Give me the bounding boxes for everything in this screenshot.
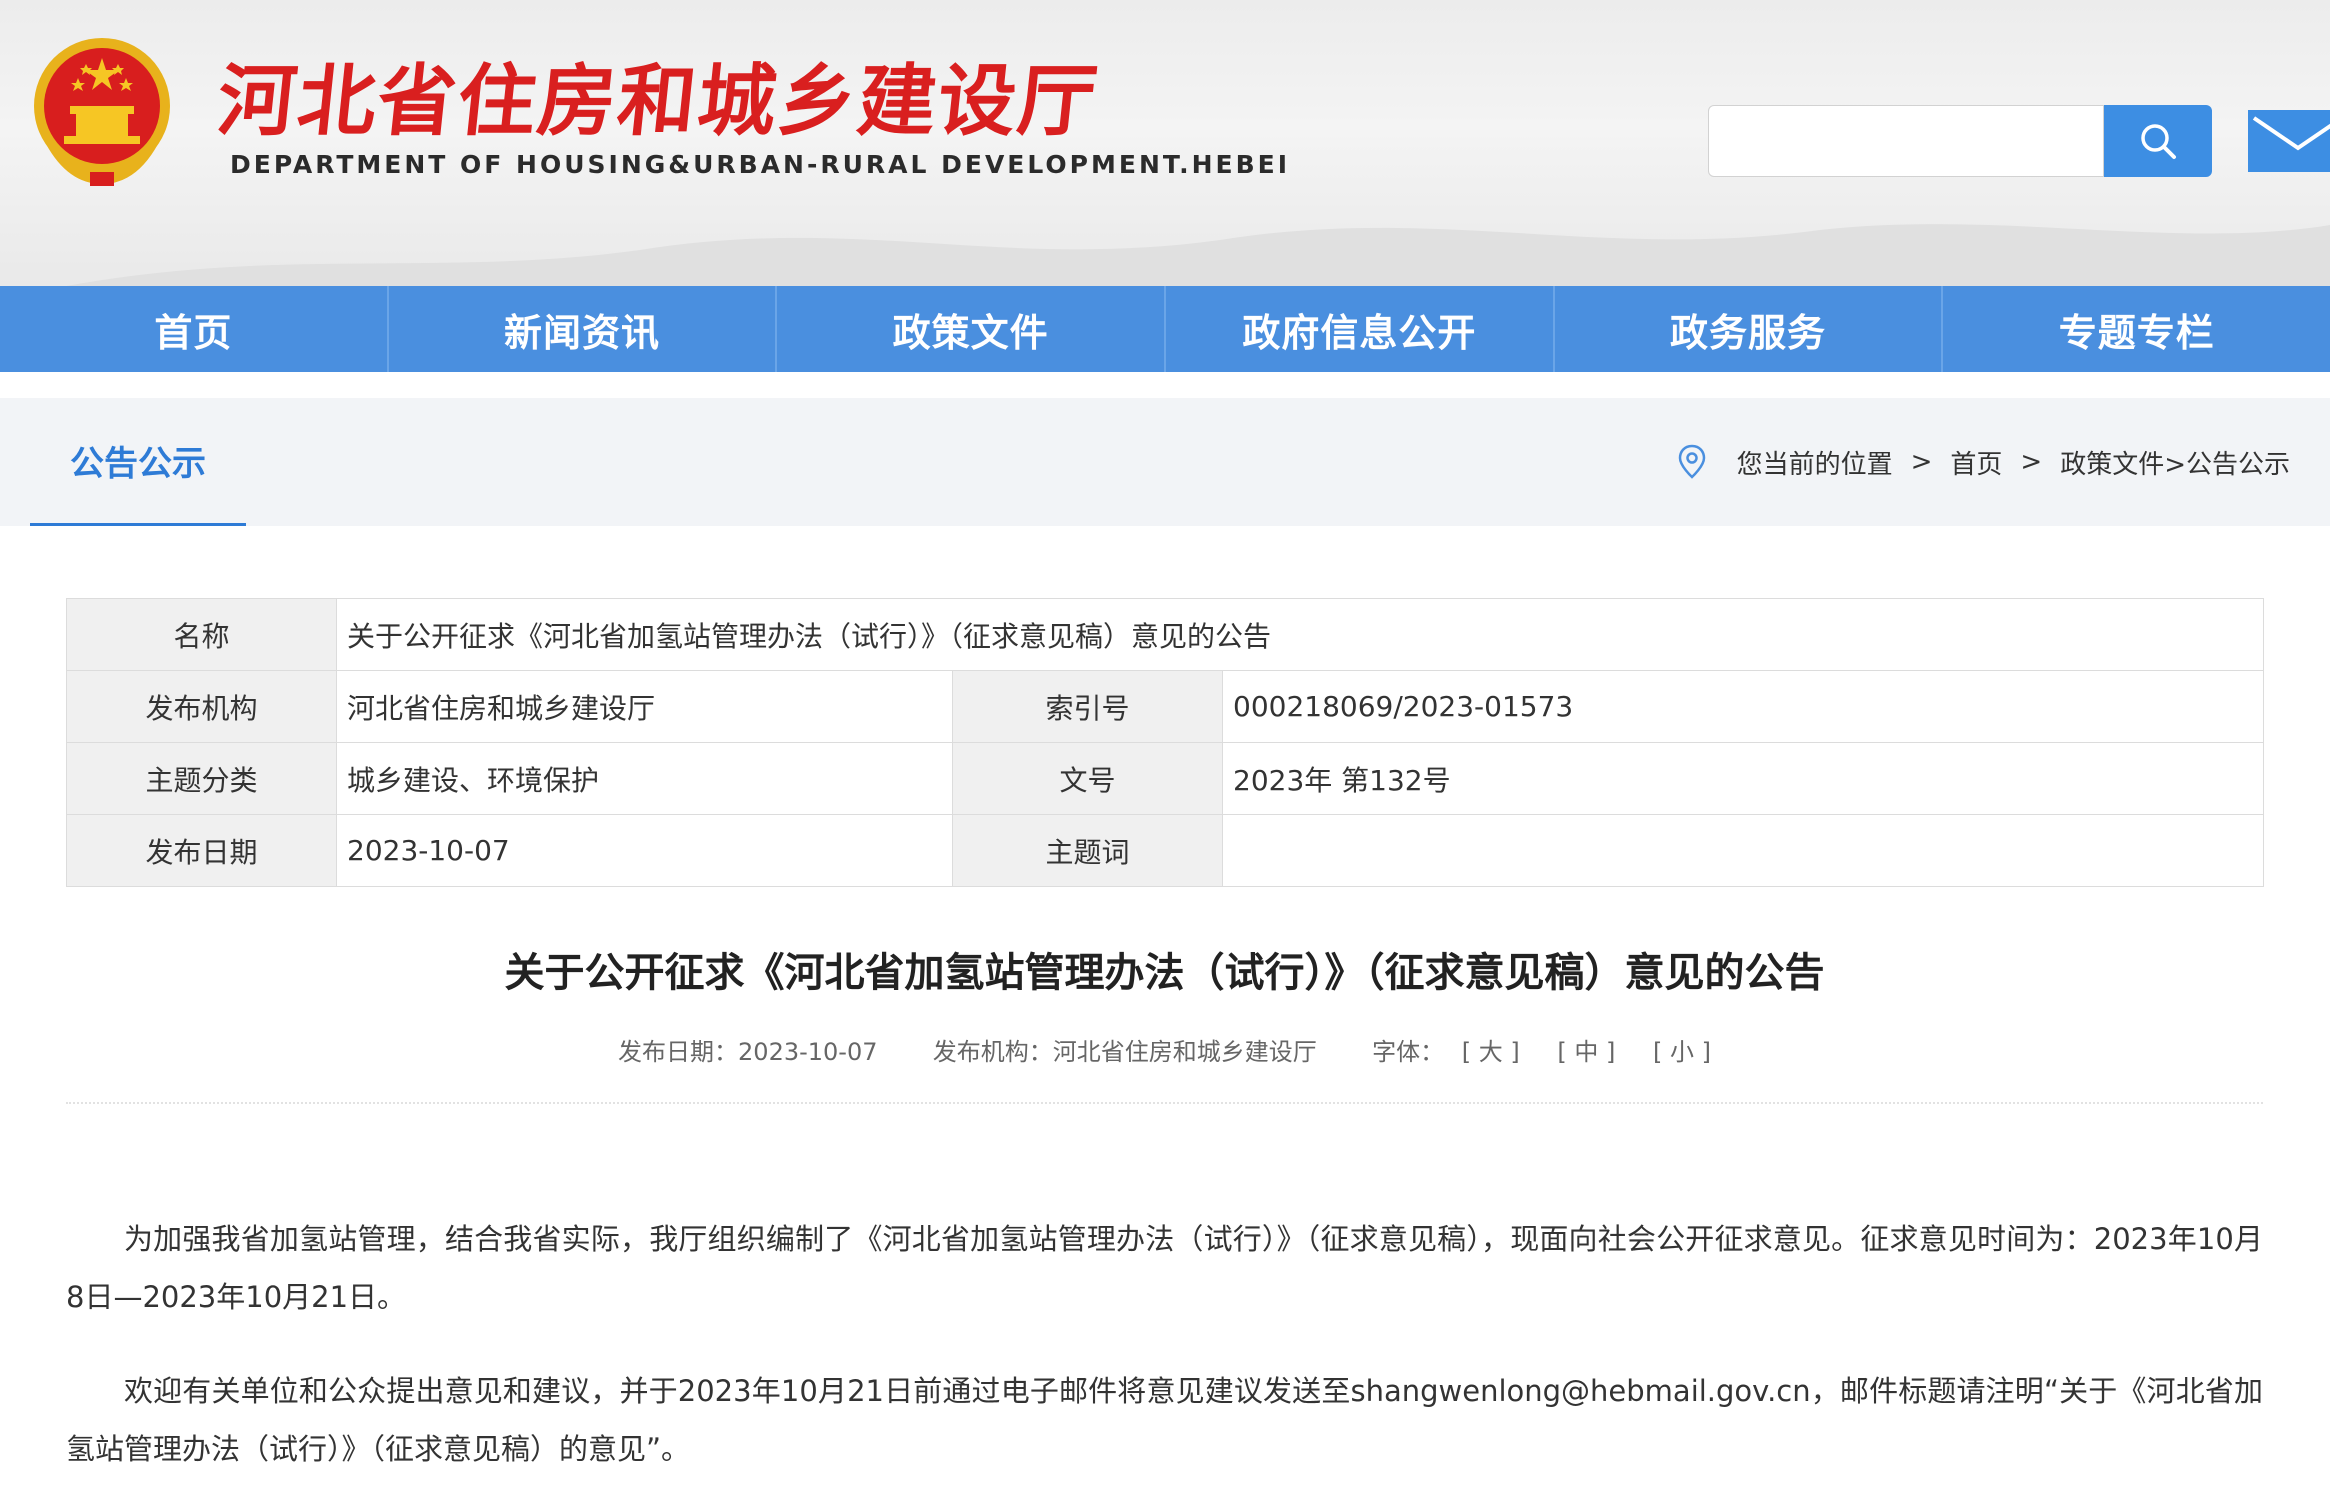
font-small-button[interactable]: [ 小 ]: [1653, 1038, 1711, 1066]
table-row: 主题分类 城乡建设、环境保护 文号 2023年 第132号: [66, 742, 2265, 815]
nav-item-services[interactable]: 政务服务: [1555, 286, 1944, 372]
font-size-label: 字体：: [1372, 1038, 1445, 1066]
index-value: 000218069/2023-01573: [1221, 670, 2265, 743]
table-row: 发布机构 河北省住房和城乡建设厅 索引号 000218069/2023-0157…: [66, 670, 2265, 743]
breadcrumb-separator: >: [1910, 447, 1933, 477]
breadcrumb: 您当前的位置 > 首页 > 政策文件>公告公示: [1677, 398, 2290, 526]
meta-publisher: 发布机构：河北省住房和城乡建设厅: [932, 1038, 1317, 1066]
index-label: 索引号: [952, 670, 1223, 743]
table-row: 名称 关于公开征求《河北省加氢站管理办法（试行）》（征求意见稿）意见的公告: [66, 598, 2265, 671]
topic-label: 主题分类: [66, 742, 337, 815]
table-row: 发布日期 2023-10-07 主题词: [66, 814, 2265, 887]
search-input[interactable]: [1708, 105, 2104, 177]
section-title: 公告公示: [30, 398, 246, 526]
mail-icon: [2252, 116, 2330, 151]
nav-item-home[interactable]: 首页: [0, 286, 389, 372]
search-icon: [2141, 124, 2176, 159]
site-title: 河北省住房和城乡建设厅: [213, 57, 1103, 147]
name-label: 名称: [66, 598, 337, 671]
font-large-button[interactable]: [ 大 ]: [1462, 1038, 1520, 1066]
national-emblem-icon: [34, 38, 170, 186]
article-title: 关于公开征求《河北省加氢站管理办法（试行）》（征求意见稿）意见的公告: [504, 950, 1825, 996]
breadcrumb-separator: >: [2020, 447, 2043, 477]
date-value: 2023-10-07: [336, 814, 953, 887]
docno-label: 文号: [952, 742, 1223, 815]
divider: [66, 1102, 2263, 1104]
meta-date: 发布日期：2023-10-07: [618, 1038, 878, 1066]
main-nav: 首页 新闻资讯 政策文件 政府信息公开 政务服务 专题专栏: [0, 286, 2330, 372]
publisher-value: 河北省住房和城乡建设厅: [336, 670, 953, 743]
docno-value: 2023年 第132号: [1221, 742, 2265, 815]
article-meta: 发布日期：2023-10-07 发布机构：河北省住房和城乡建设厅 字体： [ 大…: [66, 1032, 2263, 1067]
keyword-label: 主题词: [952, 814, 1223, 887]
nav-item-special[interactable]: 专题专栏: [1943, 286, 2330, 372]
document-info-table: 名称 关于公开征求《河北省加氢站管理办法（试行）》（征求意见稿）意见的公告 发布…: [66, 598, 2265, 887]
name-value: 关于公开征求《河北省加氢站管理办法（试行）》（征求意见稿）意见的公告: [335, 598, 2265, 671]
article-paragraph: 欢迎有关单位和公众提出意见和建议，并于2023年10月21日前通过电子邮件将意见…: [66, 1374, 2263, 1466]
publisher-label: 发布机构: [66, 670, 337, 743]
search-button[interactable]: [2104, 105, 2212, 177]
nav-item-gov-info[interactable]: 政府信息公开: [1166, 286, 1555, 372]
breadcrumb-home-link[interactable]: 首页: [1950, 444, 2002, 481]
site-subtitle: DEPARTMENT OF HOUSING&URBAN-RURAL DEVELO…: [230, 150, 1291, 179]
nav-item-news[interactable]: 新闻资讯: [389, 286, 778, 372]
breadcrumb-prefix: 您当前的位置: [1736, 449, 1893, 480]
location-pin-icon: [1678, 444, 1705, 479]
breadcrumb-path-link[interactable]: 政策文件>公告公示: [2060, 444, 2290, 481]
date-label: 发布日期: [66, 814, 337, 887]
nav-item-policy[interactable]: 政策文件: [777, 286, 1167, 372]
keyword-value: [1221, 814, 2265, 887]
mail-button[interactable]: [2248, 110, 2330, 172]
site-header: 河北省住房和城乡建设厅 DEPARTMENT OF HOUSING&URBAN-…: [0, 0, 2330, 286]
font-medium-button[interactable]: [ 中 ]: [1557, 1038, 1615, 1066]
topic-value: 城乡建设、环境保护: [336, 742, 953, 815]
article-paragraph: 为加强我省加氢站管理，结合我省实际，我厅组织编制了《河北省加氢站管理办法（试行）…: [66, 1222, 2263, 1314]
breadcrumb-bar: 公告公示 您当前的位置 > 首页 > 政策文件>公告公示: [0, 398, 2330, 526]
